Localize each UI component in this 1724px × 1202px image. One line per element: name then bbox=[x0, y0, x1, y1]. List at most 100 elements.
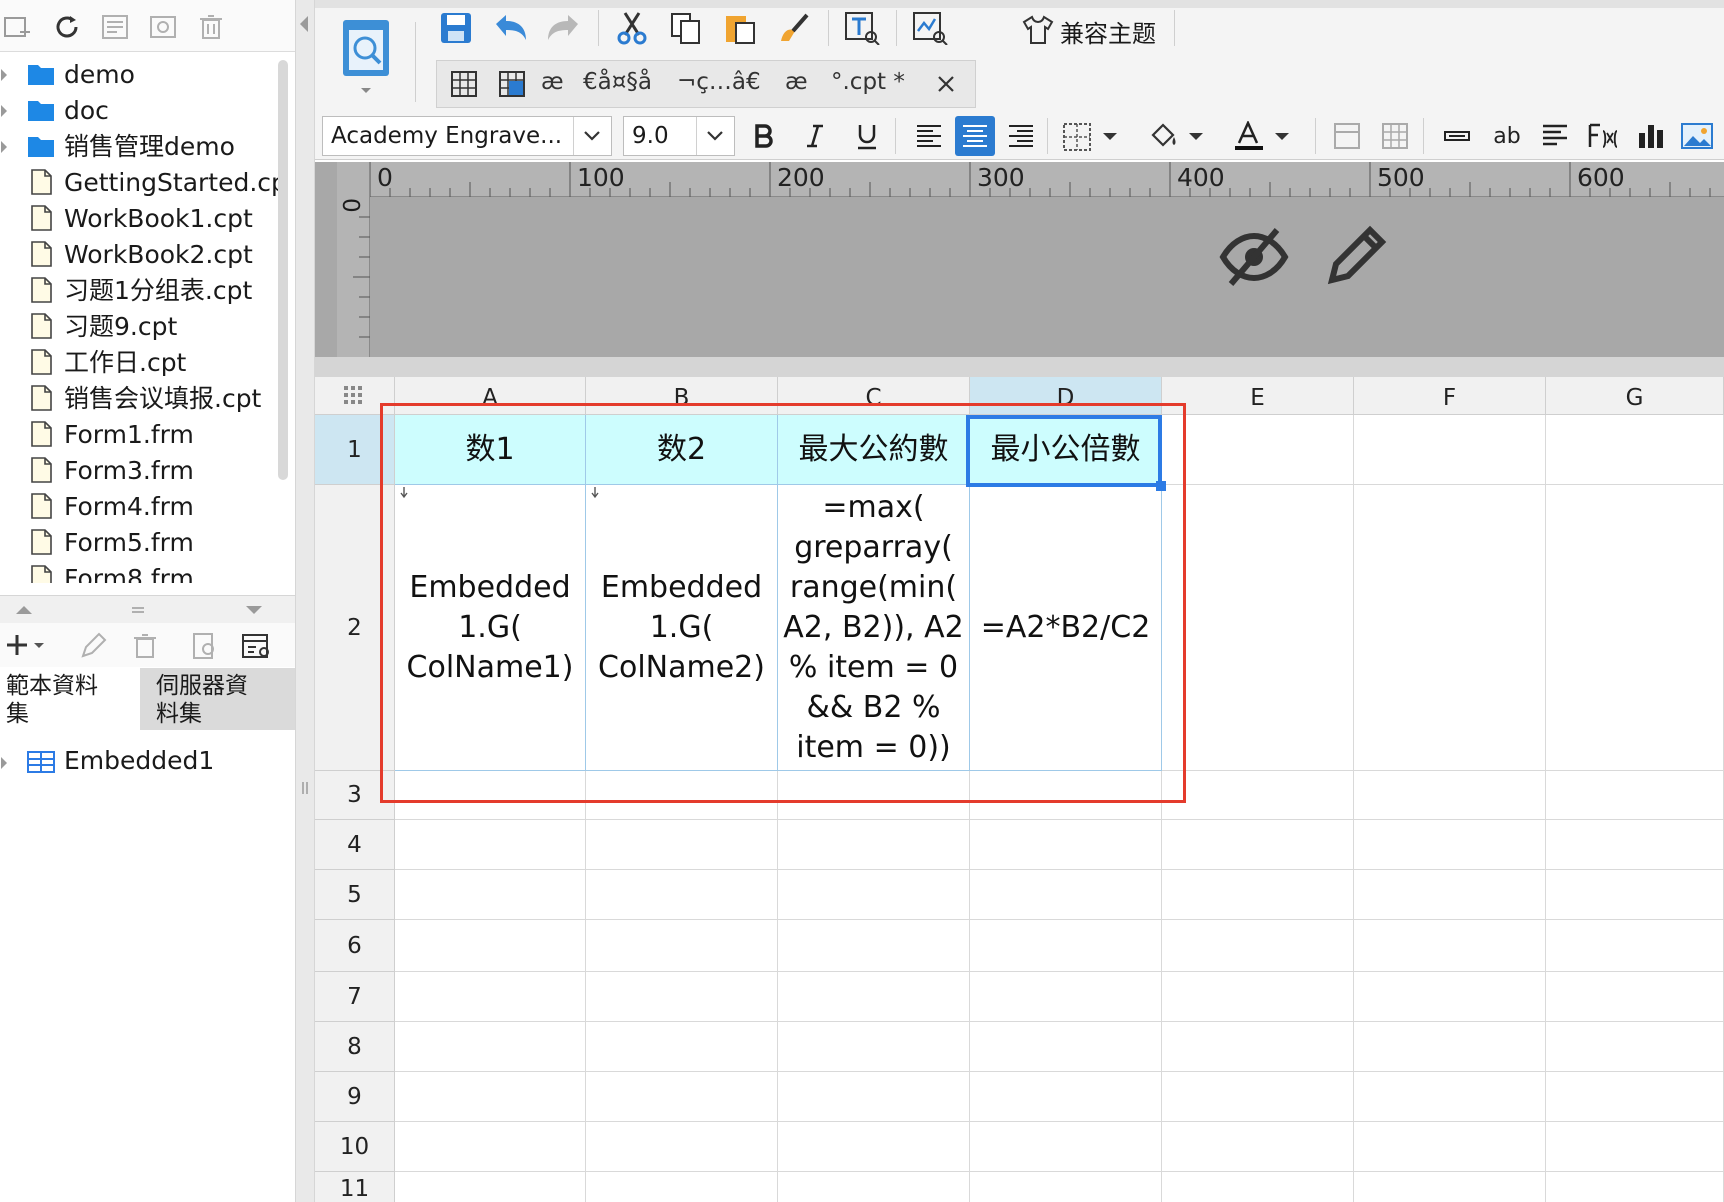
panel-splitter[interactable] bbox=[0, 595, 295, 623]
tree-file-item[interactable]: Form3.frm bbox=[0, 453, 278, 489]
row-header-5[interactable]: 5 bbox=[315, 870, 395, 920]
cell-b8[interactable] bbox=[586, 1022, 778, 1072]
cell-e4[interactable] bbox=[1162, 820, 1354, 870]
font-size-dropdown[interactable] bbox=[696, 117, 734, 155]
dataset-settings-icon[interactable] bbox=[240, 631, 272, 661]
cell-f6[interactable] bbox=[1354, 920, 1546, 972]
cell-e6[interactable] bbox=[1162, 920, 1354, 972]
cell-g4[interactable] bbox=[1546, 820, 1724, 870]
cell-g5[interactable] bbox=[1546, 870, 1724, 920]
cell-e9[interactable] bbox=[1162, 1072, 1354, 1122]
file-properties-icon[interactable] bbox=[100, 12, 130, 42]
column-header-g[interactable]: G bbox=[1546, 377, 1724, 415]
cell-d7[interactable] bbox=[970, 972, 1162, 1022]
merge-cells-button[interactable] bbox=[1327, 116, 1367, 156]
cell-e2[interactable] bbox=[1162, 485, 1354, 771]
collapse-left-icon[interactable] bbox=[298, 14, 310, 34]
cell-d4[interactable] bbox=[970, 820, 1162, 870]
cell-b5[interactable] bbox=[586, 870, 778, 920]
cell-g2[interactable] bbox=[1546, 485, 1724, 771]
expand-arrow-icon[interactable] bbox=[0, 137, 8, 157]
cell-d6[interactable] bbox=[970, 920, 1162, 972]
insert-rich-text-button[interactable] bbox=[1535, 116, 1575, 156]
cell-a5[interactable] bbox=[395, 870, 586, 920]
tree-file-item[interactable]: 习题1分组表.cpt bbox=[0, 273, 278, 309]
template-tab[interactable]: æ €å¤§å ¬ç…â€ æ °.cpt * bbox=[436, 60, 976, 108]
cell-b9[interactable] bbox=[586, 1072, 778, 1122]
row-header-6[interactable]: 6 bbox=[315, 920, 395, 972]
cell-a9[interactable] bbox=[395, 1072, 586, 1122]
cell-c8[interactable] bbox=[778, 1022, 970, 1072]
cell-b4[interactable] bbox=[586, 820, 778, 870]
insert-chart-cell-button[interactable] bbox=[1631, 116, 1671, 156]
font-family-dropdown[interactable] bbox=[573, 117, 611, 155]
expand-arrow-icon[interactable] bbox=[0, 756, 8, 770]
file-tree-scrollbar[interactable] bbox=[278, 60, 288, 480]
insert-formula-button[interactable] bbox=[1583, 116, 1623, 156]
tree-file-item[interactable]: Form8.frm bbox=[0, 561, 278, 583]
tree-file-item[interactable]: 工作日.cpt bbox=[0, 345, 278, 381]
insert-image-button[interactable] bbox=[1677, 116, 1717, 156]
insert-column-icon[interactable] bbox=[497, 69, 527, 99]
cell-b7[interactable] bbox=[586, 972, 778, 1022]
save-button[interactable] bbox=[436, 8, 476, 48]
cell-d8[interactable] bbox=[970, 1022, 1162, 1072]
insert-text-button[interactable] bbox=[842, 8, 882, 48]
left-panel-divider[interactable] bbox=[295, 0, 315, 1202]
tree-file-item[interactable]: WorkBook2.cpt bbox=[0, 237, 278, 273]
collapse-down-icon[interactable] bbox=[244, 604, 264, 616]
cell-f9[interactable] bbox=[1354, 1072, 1546, 1122]
expand-arrow-icon[interactable] bbox=[0, 101, 8, 121]
cell-g1[interactable] bbox=[1546, 415, 1724, 485]
align-right-button[interactable] bbox=[1001, 116, 1041, 156]
cell-f5[interactable] bbox=[1354, 870, 1546, 920]
edit-dataset-icon[interactable] bbox=[78, 631, 108, 661]
italic-button[interactable] bbox=[795, 116, 835, 156]
row-header-11[interactable]: 11 bbox=[315, 1172, 395, 1202]
bold-button[interactable] bbox=[743, 116, 783, 156]
tree-file-item[interactable]: 习题9.cpt bbox=[0, 309, 278, 345]
cell-g11[interactable] bbox=[1546, 1172, 1724, 1202]
cell-c5[interactable] bbox=[778, 870, 970, 920]
add-dataset-icon[interactable] bbox=[4, 631, 48, 659]
cell-g8[interactable] bbox=[1546, 1022, 1724, 1072]
tree-file-item[interactable]: WorkBook1.cpt bbox=[0, 201, 278, 237]
cell-e3[interactable] bbox=[1162, 771, 1354, 820]
preview-dataset-icon[interactable] bbox=[190, 631, 220, 661]
delete-icon[interactable] bbox=[196, 12, 226, 42]
tree-file-item[interactable]: GettingStarted.cpt bbox=[0, 165, 278, 201]
tree-file-item[interactable]: Form4.frm bbox=[0, 489, 278, 525]
cell-a7[interactable] bbox=[395, 972, 586, 1022]
collapse-up-icon[interactable] bbox=[14, 604, 34, 616]
cell-e7[interactable] bbox=[1162, 972, 1354, 1022]
cell-c9[interactable] bbox=[778, 1072, 970, 1122]
cell-a8[interactable] bbox=[395, 1022, 586, 1072]
row-header-7[interactable]: 7 bbox=[315, 972, 395, 1022]
cell-c6[interactable] bbox=[778, 920, 970, 972]
cell-e8[interactable] bbox=[1162, 1022, 1354, 1072]
insert-field-button[interactable] bbox=[1437, 116, 1477, 156]
column-header-e[interactable]: E bbox=[1162, 377, 1354, 415]
refresh-icon[interactable] bbox=[52, 12, 82, 42]
cell-e11[interactable] bbox=[1162, 1172, 1354, 1202]
cell-b6[interactable] bbox=[586, 920, 778, 972]
cut-button[interactable] bbox=[612, 8, 652, 48]
dataset-item-embedded1[interactable]: Embedded1 bbox=[0, 744, 295, 784]
format-painter-button[interactable] bbox=[774, 8, 814, 48]
cell-e5[interactable] bbox=[1162, 870, 1354, 920]
edit-pencil-icon[interactable] bbox=[1322, 222, 1388, 288]
undo-button[interactable] bbox=[490, 8, 530, 48]
align-center-button[interactable] bbox=[955, 116, 995, 156]
cell-f11[interactable] bbox=[1354, 1172, 1546, 1202]
font-size-select[interactable]: 9.0 bbox=[623, 116, 735, 156]
hide-eye-icon[interactable] bbox=[1219, 224, 1289, 290]
cell-g7[interactable] bbox=[1546, 972, 1724, 1022]
preview-button[interactable] bbox=[337, 16, 397, 96]
tab-server-dataset[interactable]: 伺服器資 料集 bbox=[140, 668, 295, 730]
border-button[interactable] bbox=[1059, 116, 1129, 156]
font-family-select[interactable]: Academy Engrave... bbox=[322, 116, 612, 156]
align-left-button[interactable] bbox=[909, 116, 949, 156]
cell-g10[interactable] bbox=[1546, 1122, 1724, 1172]
delete-dataset-icon[interactable] bbox=[130, 631, 160, 661]
fill-color-button[interactable] bbox=[1145, 116, 1215, 156]
